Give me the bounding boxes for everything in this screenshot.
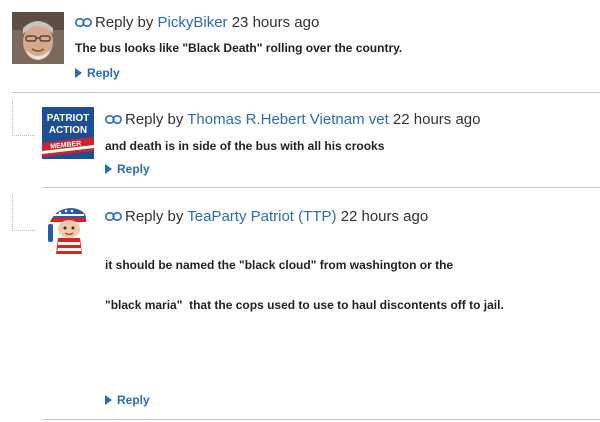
author-link[interactable]: TeaParty Patriot (TTP) — [187, 208, 336, 225]
avatar-teaparty-patriot[interactable] — [42, 204, 94, 256]
chain-link-icon[interactable] — [105, 111, 122, 128]
avatar-pickybiker[interactable] — [12, 12, 64, 64]
timestamp: 22 hours ago — [392, 111, 481, 128]
reply-button[interactable]: Reply — [105, 393, 150, 407]
comment-divider — [42, 419, 600, 420]
comment-text: The bus looks like "Black Death" rolling… — [75, 41, 403, 55]
chain-link-icon[interactable] — [105, 208, 122, 225]
triangle-right-icon — [105, 395, 112, 405]
thread-indent-line — [12, 194, 35, 231]
avatar-patriot-action[interactable]: PATRIOT ACTION MEMBER — [42, 107, 94, 159]
comment-2: PATRIOT ACTION MEMBER Reply by Thomas R.… — [0, 93, 600, 186]
comment-text-line-2: "black maria" that the cops used to use … — [105, 298, 504, 312]
reply-by-label: Reply by — [125, 111, 184, 128]
chain-link-icon[interactable] — [75, 14, 92, 31]
comment-text-line-1: it should be named the "black cloud" fro… — [105, 258, 454, 272]
comment-meta: Reply by PickyBiker 23 hours ago — [75, 14, 319, 32]
comment-meta: Reply by TeaParty Patriot (TTP) 22 hours… — [105, 208, 428, 226]
reply-button-label: Reply — [117, 393, 150, 407]
reply-button[interactable]: Reply — [75, 66, 120, 80]
comment-3: Reply by TeaParty Patriot (TTP) 22 hours… — [0, 188, 600, 422]
comment-meta: Reply by Thomas R.Hebert Vietnam vet 22 … — [105, 111, 481, 129]
triangle-right-icon — [105, 164, 112, 174]
badge-line-action: ACTION — [49, 125, 87, 136]
reply-by-label: Reply by — [125, 208, 184, 225]
timestamp: 22 hours ago — [340, 208, 429, 225]
comment-text: and death is in side of the bus with all… — [105, 139, 385, 153]
reply-by-label: Reply by — [95, 14, 154, 31]
comment-1: Reply by PickyBiker 23 hours ago The bus… — [0, 0, 600, 92]
reply-button-label: Reply — [117, 162, 150, 176]
timestamp: 23 hours ago — [231, 14, 320, 31]
badge-line-patriot: PATRIOT — [47, 113, 89, 124]
triangle-right-icon — [75, 68, 82, 78]
reply-button[interactable]: Reply — [105, 162, 150, 176]
author-link[interactable]: Thomas R.Hebert Vietnam vet — [187, 111, 388, 128]
thread-indent-line — [12, 99, 35, 136]
reply-button-label: Reply — [87, 66, 120, 80]
author-link[interactable]: PickyBiker — [158, 14, 228, 31]
